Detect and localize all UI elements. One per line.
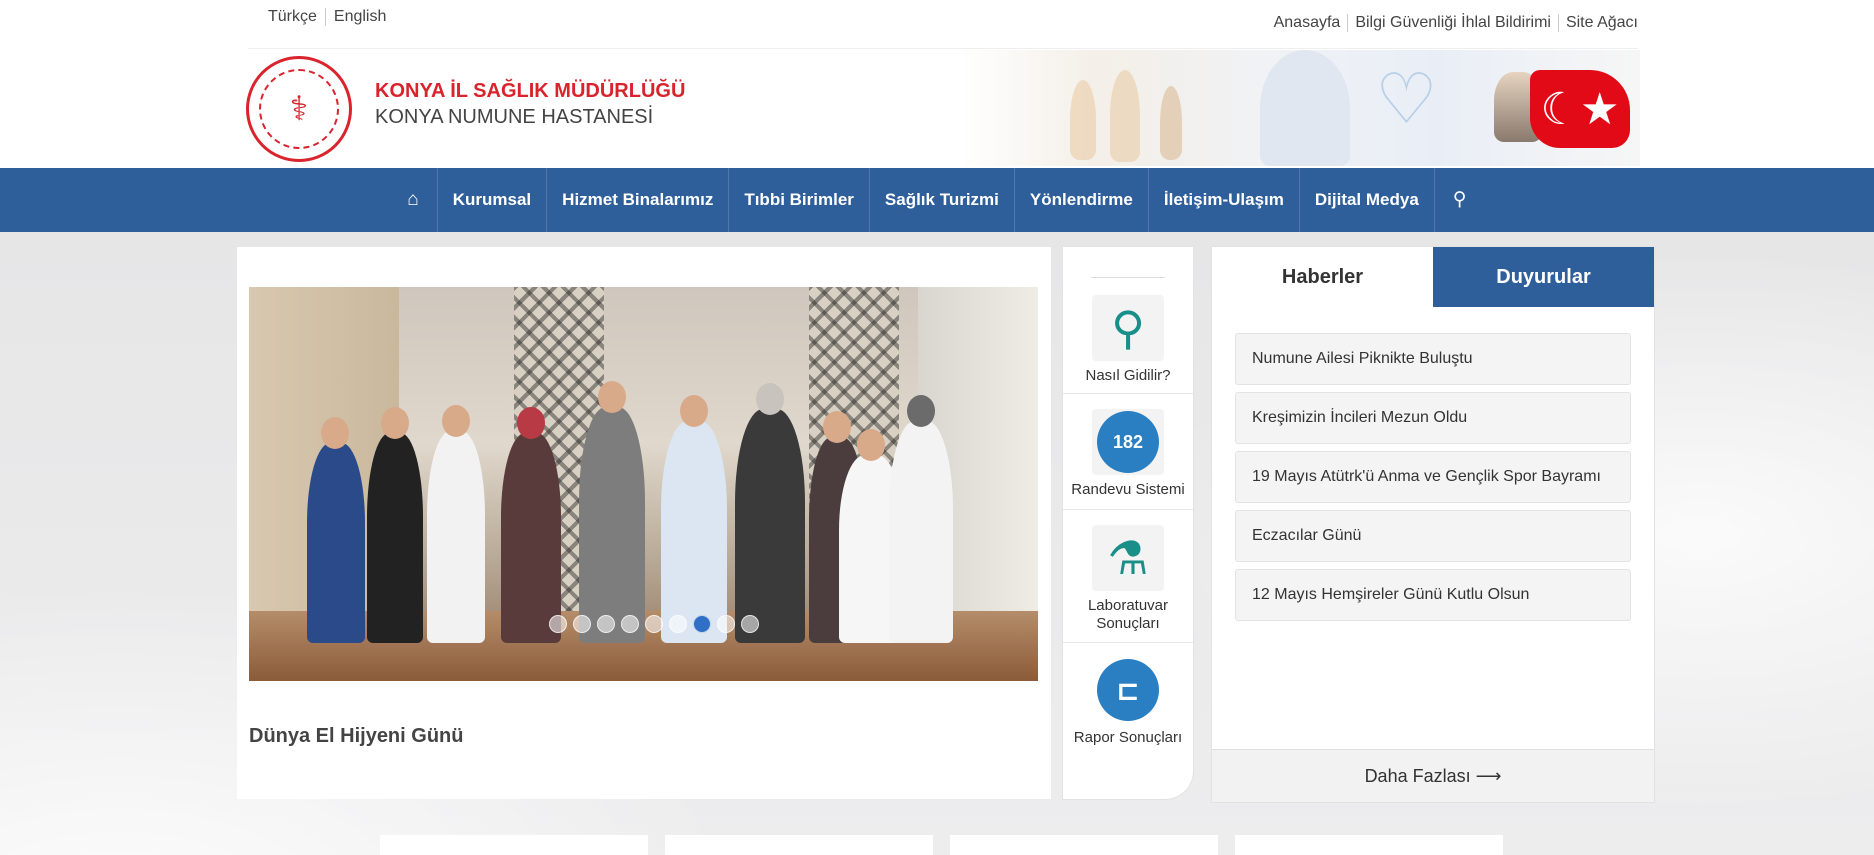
slide-person [661, 421, 727, 643]
more-button[interactable]: Daha Fazlası ⟶ [1212, 749, 1654, 802]
slider-dot[interactable] [717, 615, 735, 633]
quick-label: Rapor Sonuçları [1073, 729, 1183, 746]
quick-divider [1063, 393, 1193, 394]
slide-head [756, 383, 784, 415]
slide-head [321, 417, 349, 449]
slider-dot[interactable] [597, 615, 615, 633]
lang-english[interactable]: English [326, 8, 394, 26]
slide-person [307, 443, 365, 643]
home-icon[interactable]: ⌂ [389, 168, 438, 232]
nav-tibbi-birimler[interactable]: Tıbbi Birimler [729, 168, 870, 232]
slide-head [442, 405, 470, 437]
turkish-flag-icon: ☾★ [1530, 70, 1630, 148]
news-tabs: Haberler Duyurular [1212, 247, 1654, 307]
bottom-card[interactable] [665, 835, 933, 855]
quick-label: Laboratuvar Sonuçları [1087, 597, 1169, 632]
news-slider-card: Dünya El Hijyeni Günü [237, 247, 1051, 799]
tab-duyurular[interactable]: Duyurular [1433, 247, 1654, 307]
nav-iletisim-ulasim[interactable]: İletişim-Ulaşım [1149, 168, 1300, 232]
quick-divider [1063, 509, 1193, 510]
slider-dot-active[interactable] [693, 615, 711, 633]
toplink-sitemap[interactable]: Site Ağacı [1559, 14, 1638, 32]
slide-head [823, 411, 851, 443]
nav-yonlendirme[interactable]: Yönlendirme [1015, 168, 1149, 232]
toplink-home[interactable]: Anasayfa [1267, 14, 1349, 32]
slide-person [889, 421, 953, 643]
news-item[interactable]: 19 Mayıs Atütrk'ü Anma ve Gençlik Spor B… [1235, 451, 1631, 503]
news-item[interactable]: Kreşimizin İncileri Mezun Oldu [1235, 392, 1631, 444]
slider-dot[interactable] [669, 615, 687, 633]
quick-label: Nasıl Gidilir? [1085, 367, 1171, 384]
search-icon[interactable]: ⚲ [1435, 168, 1485, 232]
slider-image[interactable] [249, 287, 1038, 681]
banner-figure [1110, 70, 1140, 162]
heart-icon: ♡ [1375, 60, 1438, 138]
slide-head [381, 407, 409, 439]
slider-dot[interactable] [573, 615, 591, 633]
phone-182-icon: 182 [1092, 409, 1164, 475]
slide-person [579, 407, 645, 643]
slider-dot[interactable] [549, 615, 567, 633]
slide-person [367, 433, 423, 643]
slider-dot[interactable] [645, 615, 663, 633]
hospital-title[interactable]: KONYA NUMUNE HASTANESİ [375, 106, 653, 129]
phone-badge: 182 [1097, 411, 1159, 473]
quick-divider [1091, 277, 1165, 278]
ministry-logo[interactable]: ⚕ [246, 56, 352, 162]
slide-head [517, 407, 545, 439]
scanner-icon: ⊏ [1092, 657, 1164, 723]
top-links: Anasayfa Bilgi Güvenliği İhlal Bildirimi… [1267, 14, 1638, 32]
nav-kurumsal[interactable]: Kurumsal [438, 168, 548, 232]
quick-laboratuvar-sonuclari[interactable]: ⚗ Laboratuvar Sonuçları [1063, 525, 1193, 633]
lang-turkish[interactable]: Türkçe [268, 8, 326, 26]
slide-person [735, 409, 805, 643]
scanner-circle: ⊏ [1097, 659, 1159, 721]
quick-divider [1063, 642, 1193, 643]
slide-head [680, 395, 708, 427]
toplink-security-report[interactable]: Bilgi Güvenliği İhlal Bildirimi [1348, 14, 1559, 32]
site-header: Türkçe English Anasayfa Bilgi Güvenliği … [0, 0, 1874, 168]
quick-label: Randevu Sistemi [1071, 481, 1185, 498]
news-list: Numune Ailesi Piknikte Buluştu Kreşimizi… [1235, 333, 1631, 628]
language-switcher: Türkçe English [268, 8, 394, 26]
news-item[interactable]: 12 Mayıs Hemşireler Günü Kutlu Olsun [1235, 569, 1631, 621]
map-pin-icon: ⚲ [1092, 295, 1164, 361]
slide-caption[interactable]: Dünya El Hijyeni Günü [249, 725, 463, 748]
slide-head [907, 395, 935, 427]
slider-dot[interactable] [621, 615, 639, 633]
quick-nasil-gidilir[interactable]: ⚲ Nasıl Gidilir? [1063, 295, 1193, 384]
nav-dijital-medya[interactable]: Dijital Medya [1300, 168, 1435, 232]
quick-randevu-sistemi[interactable]: 182 Randevu Sistemi [1063, 409, 1193, 498]
banner-doctor [1260, 50, 1350, 166]
nav-hizmet-binalarimiz[interactable]: Hizmet Binalarımız [547, 168, 730, 232]
header-divider [248, 48, 1638, 49]
news-item[interactable]: Numune Ailesi Piknikte Buluştu [1235, 333, 1631, 385]
news-card: Haberler Duyurular Numune Ailesi Piknikt… [1212, 247, 1654, 802]
quick-rapor-sonuclari[interactable]: ⊏ Rapor Sonuçları [1063, 657, 1193, 746]
slide-person [427, 431, 485, 643]
nav-saglik-turizmi[interactable]: Sağlık Turizmi [870, 168, 1015, 232]
slide-head [598, 381, 626, 413]
slide-head [857, 429, 885, 461]
main-nav: ⌂ Kurumsal Hizmet Binalarımız Tıbbi Biri… [0, 168, 1874, 232]
slide-person [501, 433, 561, 643]
bottom-card[interactable] [1235, 835, 1503, 855]
news-item[interactable]: Eczacılar Günü [1235, 510, 1631, 562]
bottom-card[interactable] [380, 835, 648, 855]
caduceus-icon: ⚕ [259, 69, 339, 149]
org-title[interactable]: KONYA İL SAĞLIK MÜDÜRLÜĞÜ [375, 80, 685, 103]
banner-figure [1070, 80, 1096, 160]
tab-haberler[interactable]: Haberler [1212, 247, 1433, 307]
slider-dot[interactable] [741, 615, 759, 633]
quick-links-card: ⚲ Nasıl Gidilir? 182 Randevu Sistemi ⚗ L… [1063, 247, 1193, 799]
microscope-icon: ⚗ [1092, 525, 1164, 591]
bottom-card[interactable] [950, 835, 1218, 855]
banner-figure [1160, 86, 1182, 160]
slider-dots [549, 615, 759, 633]
